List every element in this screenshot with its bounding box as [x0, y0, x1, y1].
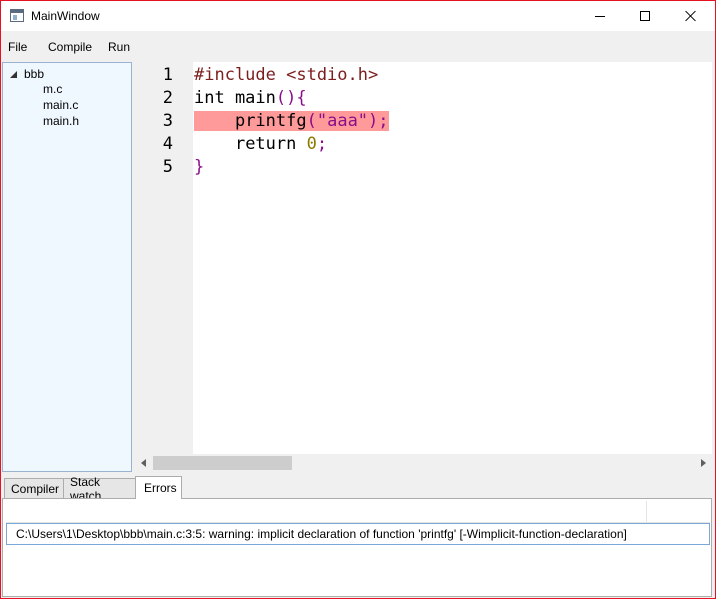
tab-label: Compiler [11, 481, 60, 496]
menu-bar: File Compile Run [1, 31, 715, 61]
code-editor[interactable]: 1 2 3 4 5 #include <stdio.h> int main(){… [136, 62, 712, 472]
error-list-item[interactable]: C:\Users\1\Desktop\bbb\main.c:3:5: warni… [6, 523, 710, 545]
line-number: 3 [162, 111, 173, 131]
scroll-left-icon[interactable] [141, 459, 146, 467]
project-tree[interactable]: bbb m.c main.c main.h [2, 62, 132, 472]
app-window-icon [10, 9, 24, 22]
menu-run[interactable]: Run [108, 40, 130, 54]
tree-item-main-h[interactable]: main.h [43, 114, 79, 128]
tree-item-main-c[interactable]: main.c [43, 98, 78, 112]
code-line-2: int main(){ [194, 88, 307, 108]
error-highlight: printfg("aaa"); [194, 111, 389, 131]
menu-compile[interactable]: Compile [48, 40, 92, 54]
minimize-icon [595, 15, 605, 17]
output-tabs: Compiler Stack watch Errors [1, 475, 715, 503]
code-text-area[interactable]: #include <stdio.h> int main(){ printfg("… [194, 62, 712, 454]
tab-label: Errors [144, 481, 177, 495]
tree-node-root[interactable]: bbb [10, 67, 44, 81]
tab-stack-watch[interactable]: Stack watch [63, 475, 136, 503]
code-line-5: } [194, 157, 205, 177]
menu-file[interactable]: File [8, 40, 27, 54]
tree-item-m-c[interactable]: m.c [43, 82, 62, 96]
code-line-3: printfg("aaa"); [194, 110, 389, 133]
close-icon [685, 10, 697, 22]
error-message: C:\Users\1\Desktop\bbb\main.c:3:5: warni… [16, 527, 627, 541]
line-number-gutter: 1 2 3 4 5 [136, 62, 193, 454]
line-number: 1 [162, 65, 173, 85]
maximize-icon [640, 11, 650, 21]
line-number: 2 [162, 88, 173, 108]
main-window: MainWindow File Compile Run bbb m.c main… [0, 0, 716, 599]
code-line-4: return 0; [234, 134, 328, 154]
column-divider[interactable] [646, 501, 647, 523]
title-bar[interactable]: MainWindow [1, 1, 715, 31]
horizontal-scrollbar[interactable] [136, 454, 712, 472]
errors-panel: C:\Users\1\Desktop\bbb\main.c:3:5: warni… [2, 498, 712, 597]
maximize-button[interactable] [622, 1, 668, 31]
scrollbar-thumb[interactable] [153, 456, 292, 470]
tab-errors[interactable]: Errors [135, 476, 182, 499]
errors-list-header [6, 501, 710, 523]
scroll-right-icon[interactable] [701, 459, 706, 467]
code-line-1: #include <stdio.h> [194, 65, 379, 85]
close-button[interactable] [668, 1, 714, 31]
tab-compiler[interactable]: Compiler [4, 478, 64, 499]
window-title: MainWindow [31, 9, 100, 23]
tree-root-label: bbb [24, 67, 45, 81]
line-number: 5 [162, 157, 173, 177]
line-number: 4 [162, 134, 173, 154]
minimize-button[interactable] [577, 1, 623, 31]
expand-arrow-icon[interactable] [10, 70, 17, 78]
